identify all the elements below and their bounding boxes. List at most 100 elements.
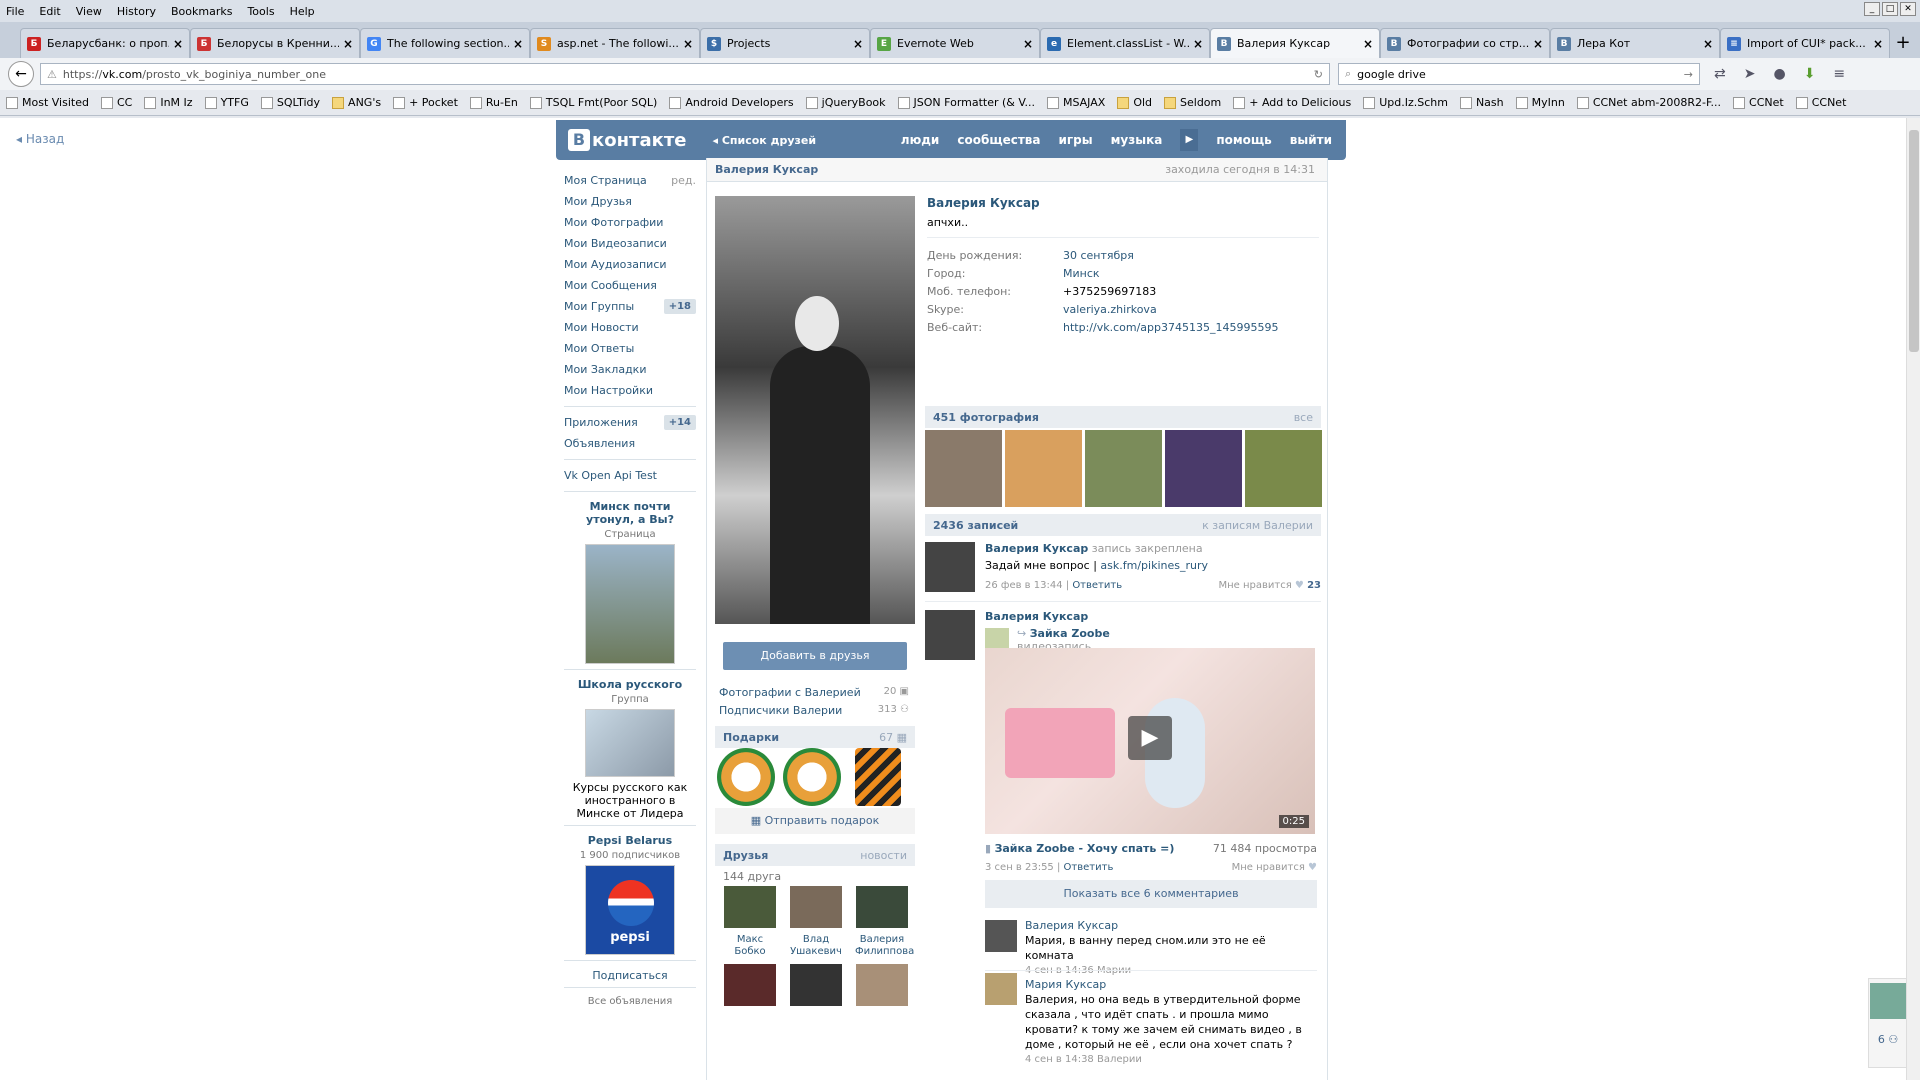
- bookmark-item[interactable]: Seldom: [1164, 96, 1221, 109]
- post-author[interactable]: Валерия Куксар: [985, 542, 1088, 555]
- post-author[interactable]: Валерия Куксар: [985, 610, 1321, 623]
- browser-tab[interactable]: B Лера Кот ×: [1550, 28, 1720, 58]
- nav-4[interactable]: помощь: [1216, 133, 1271, 147]
- friends-header[interactable]: Друзья новости: [715, 844, 915, 866]
- post-avatar[interactable]: [925, 542, 975, 592]
- photo-thumbnail[interactable]: [1085, 430, 1162, 507]
- info-value[interactable]: http://vk.com/app3745135_145995595: [1063, 321, 1278, 334]
- friend-card[interactable]: Валерия Филиппова: [855, 886, 914, 958]
- post-date[interactable]: 3 сен в 23:55: [985, 862, 1054, 873]
- ad-title[interactable]: Pepsi Belarus: [564, 834, 696, 847]
- friends-news-link[interactable]: новости: [860, 849, 907, 862]
- bookmark-item[interactable]: Most Visited: [6, 96, 89, 109]
- browser-tab[interactable]: Sasp.net - The followi... ×: [530, 28, 700, 58]
- download-icon[interactable]: ⬇: [1804, 66, 1816, 82]
- bookmark-item[interactable]: MyInn: [1515, 96, 1565, 109]
- repost-author[interactable]: Зайка Zoobe: [1030, 627, 1110, 640]
- ad-image[interactable]: [585, 544, 675, 664]
- close-window-button[interactable]: ✕: [1900, 2, 1916, 16]
- friend-card[interactable]: Влад Ушакевич: [789, 886, 843, 958]
- add-friend-button[interactable]: Добавить в друзья: [723, 642, 907, 670]
- ad-title[interactable]: Школа русского: [564, 678, 696, 691]
- left-menu-item[interactable]: Мои Аудиозаписи: [564, 254, 696, 275]
- reload-icon[interactable]: ↻: [1314, 68, 1323, 81]
- ad-image[interactable]: [585, 709, 675, 777]
- photo-thumbnail[interactable]: [1005, 430, 1082, 507]
- gift-ribbon-icon[interactable]: [855, 748, 901, 806]
- left-menu-item[interactable]: Мои Друзья: [564, 191, 696, 212]
- post-link[interactable]: ask.fm/pikines_rury: [1100, 559, 1208, 572]
- photos-header[interactable]: 451 фотография все: [925, 406, 1321, 428]
- photo-thumbnail[interactable]: [1165, 430, 1242, 507]
- menu-help[interactable]: Help: [290, 5, 315, 18]
- edit-link[interactable]: ред.: [671, 174, 696, 187]
- send-gift-button[interactable]: ▦ Отправить подарок: [715, 808, 915, 834]
- browser-tab[interactable]: G The following section... ×: [360, 28, 530, 58]
- profile-avatar[interactable]: [715, 196, 915, 624]
- gifts-header[interactable]: Подарки 67 ▦: [715, 726, 915, 748]
- post-avatar[interactable]: [925, 610, 975, 660]
- photos-with-link[interactable]: Фотографии с Валерией 20 ▣: [719, 686, 909, 699]
- left-menu-item[interactable]: Мои Фотографии: [564, 212, 696, 233]
- bookmark-item[interactable]: Nash: [1459, 96, 1504, 109]
- play-icon[interactable]: ▶: [1128, 716, 1172, 760]
- left-menu-item[interactable]: Мои Ответы: [564, 338, 696, 359]
- bookmark-item[interactable]: MSAJAX: [1046, 96, 1105, 109]
- left-menu-item[interactable]: Моя Страница ред.: [564, 170, 696, 191]
- like-button[interactable]: Мне нравится ♥ 23: [1218, 580, 1321, 591]
- bookmark-item[interactable]: Android Developers: [669, 96, 794, 109]
- all-ads-link[interactable]: Все объявления: [564, 996, 696, 1007]
- ad-block[interactable]: Школа русского Группа Курсы русского как…: [564, 678, 696, 820]
- bookmark-item[interactable]: YTFG: [204, 96, 249, 109]
- menu-view[interactable]: View: [76, 5, 102, 18]
- menu-history[interactable]: History: [117, 5, 156, 18]
- nav-3[interactable]: музыка: [1111, 133, 1163, 147]
- left-menu-item[interactable]: Мои Видеозаписи: [564, 233, 696, 254]
- info-value[interactable]: valeriya.zhirkova: [1063, 303, 1157, 316]
- browser-tab[interactable]: E Evernote Web ×: [870, 28, 1040, 58]
- bookmark-item[interactable]: jQueryBook: [805, 96, 886, 109]
- menu-tools[interactable]: Tools: [247, 5, 274, 18]
- wall-link[interactable]: к записям Валерии: [1202, 519, 1313, 532]
- post-date[interactable]: 26 фев в 13:44: [985, 580, 1063, 591]
- video-title[interactable]: Зайка Zoobe - Хочу спать =): [995, 842, 1175, 855]
- minimize-button[interactable]: _: [1864, 2, 1880, 16]
- tab-close-icon[interactable]: ×: [1533, 37, 1543, 51]
- browser-tab[interactable]: Б Белорусы в Кренни... ×: [190, 28, 360, 58]
- friend-card[interactable]: [855, 964, 909, 1012]
- search-field[interactable]: ⌕ google drive →: [1338, 63, 1700, 85]
- bookmark-item[interactable]: + Add to Delicious: [1233, 96, 1351, 109]
- show-all-comments-button[interactable]: Показать все 6 комментариев: [985, 880, 1317, 908]
- left-menu-item[interactable]: Мои Новости: [564, 317, 696, 338]
- left-menu-item[interactable]: Мои Закладки: [564, 359, 696, 380]
- like-button[interactable]: Мне нравится ♥: [1232, 862, 1317, 873]
- bookmark-item[interactable]: CCNet: [1733, 96, 1784, 109]
- bookmark-item[interactable]: TSQL Fmt(Poor SQL): [529, 96, 657, 109]
- bookmark-item[interactable]: Upd.Iz.Schm: [1363, 96, 1448, 109]
- send-icon[interactable]: ➤: [1744, 66, 1756, 82]
- new-tab-button[interactable]: +: [1890, 30, 1916, 58]
- bookmark-item[interactable]: Ru-En: [469, 96, 518, 109]
- browser-tab[interactable]: $ Projects ×: [700, 28, 870, 58]
- menu-file[interactable]: File: [6, 5, 24, 18]
- tab-close-icon[interactable]: ×: [513, 37, 523, 51]
- addon-icon[interactable]: ⇄: [1714, 66, 1726, 82]
- browser-tab[interactable]: B Валерия Куксар ×: [1210, 28, 1380, 58]
- tab-close-icon[interactable]: ×: [1363, 37, 1373, 51]
- hamburger-menu-icon[interactable]: ≡: [1833, 66, 1845, 82]
- bookmark-item[interactable]: JSON Formatter (& V...: [897, 96, 1035, 109]
- bookmark-item[interactable]: CCNet: [1795, 96, 1846, 109]
- tab-close-icon[interactable]: ×: [1703, 37, 1713, 51]
- comment-date[interactable]: 4 сен в 14:38 Валерии: [1025, 1052, 1317, 1067]
- left-menu-item[interactable]: Мои Группы +18: [564, 296, 696, 317]
- photo-thumbnail[interactable]: [1245, 430, 1322, 507]
- gift-calendar-icon[interactable]: [783, 748, 841, 806]
- tab-close-icon[interactable]: ×: [1873, 37, 1883, 51]
- chat-avatar[interactable]: [1870, 983, 1906, 1019]
- back-link[interactable]: ◂ Назад: [16, 132, 64, 146]
- tab-close-icon[interactable]: ×: [1023, 37, 1033, 51]
- video-player[interactable]: ▶ 0:25: [985, 648, 1315, 834]
- back-arrow-icon[interactable]: ←: [8, 61, 34, 87]
- bookmark-item[interactable]: ANG's: [332, 96, 381, 109]
- bookmark-item[interactable]: CCNet abm-2008R2-F...: [1576, 96, 1721, 109]
